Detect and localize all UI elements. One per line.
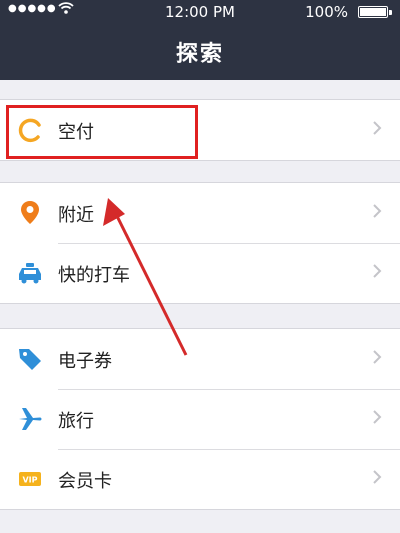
menu-item-travel[interactable]: 旅行	[0, 389, 400, 449]
highlight-box	[6, 105, 198, 159]
battery-percent: 100%	[305, 3, 348, 21]
menu-item-vip-card[interactable]: VIP 会员卡	[0, 449, 400, 509]
chevron-right-icon	[372, 261, 382, 281]
menu-item-nearby[interactable]: 附近	[0, 183, 400, 243]
chevron-right-icon	[372, 467, 382, 487]
menu-item-label: 电子券	[58, 351, 112, 372]
menu-item-label: 会员卡	[58, 471, 112, 492]
menu-group-nearby: 附近 快的打车	[0, 182, 400, 304]
menu-item-taxi[interactable]: 快的打车	[0, 243, 400, 303]
menu-item-label: 快的打车	[58, 265, 130, 286]
battery-icon	[358, 6, 392, 18]
page-title: 探索	[175, 42, 224, 67]
chevron-right-icon	[372, 118, 382, 138]
location-pin-icon	[16, 199, 44, 227]
app-header: ●●●●● 12:00 PM 100% 探索	[0, 0, 400, 80]
chevron-right-icon	[372, 407, 382, 427]
menu-item-label: 附近	[58, 205, 94, 226]
vip-badge-text: VIP	[22, 476, 37, 485]
menu-group-services: 电子券 旅行 VIP 会员卡	[0, 328, 400, 510]
taxi-icon	[16, 259, 44, 287]
status-bar: ●●●●● 12:00 PM 100%	[0, 0, 400, 24]
menu-item-label: 旅行	[58, 411, 94, 432]
chevron-right-icon	[372, 201, 382, 221]
chevron-right-icon	[372, 347, 382, 367]
menu-item-coupon[interactable]: 电子券	[0, 329, 400, 389]
coupon-tag-icon	[16, 345, 44, 373]
vip-card-icon: VIP	[16, 465, 44, 493]
airplane-icon	[16, 405, 44, 433]
